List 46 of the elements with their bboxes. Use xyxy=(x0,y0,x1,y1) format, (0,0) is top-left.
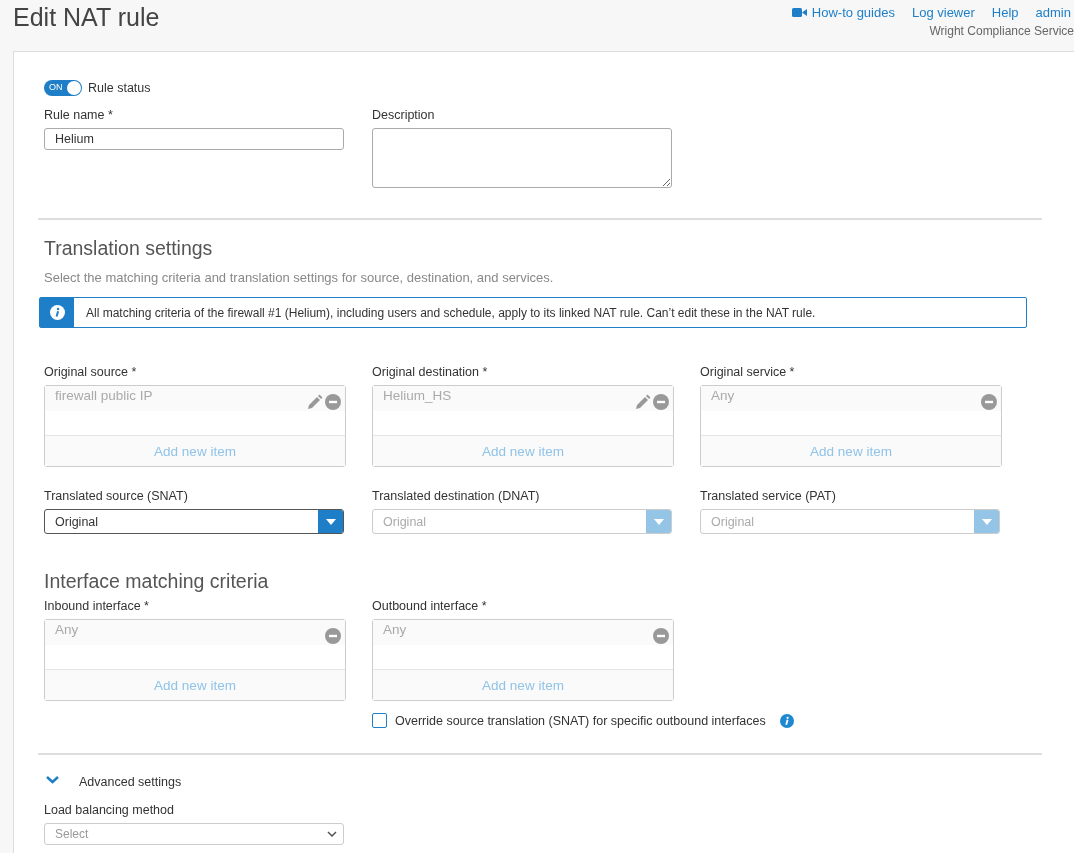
list-item: Any xyxy=(55,622,79,639)
dropdown[interactable]: Original xyxy=(44,509,344,534)
description-field[interactable] xyxy=(372,128,672,188)
header-link[interactable]: Log viewer xyxy=(911,5,975,20)
field-label: Load balancing method xyxy=(44,803,175,817)
pencil-icon[interactable] xyxy=(635,394,651,410)
field-label: Translated source (SNAT) xyxy=(44,489,189,503)
field-label: Inbound interface * xyxy=(44,599,150,613)
section-heading: Interface matching criteria xyxy=(44,570,270,593)
info-icon xyxy=(779,713,794,728)
info-message: All matching criteria of the firewall #1 (Helium), including users and schedule, apply to its linked NAT rule. Can’t edit these in the NAT rule. xyxy=(85,304,816,322)
list-item: Any xyxy=(383,622,407,639)
field-label: Original service * xyxy=(700,365,796,379)
header-link[interactable]: How-to guides xyxy=(791,5,895,20)
page-title: Edit NAT rule xyxy=(12,2,160,33)
header-link[interactable]: admin xyxy=(1035,5,1071,20)
field-label: Original destination * xyxy=(372,365,489,379)
section-heading: Translation settings xyxy=(44,237,214,260)
list-item: Helium_HS xyxy=(383,388,452,405)
remove-icon[interactable] xyxy=(981,394,997,410)
dropdown[interactable]: Select xyxy=(44,823,344,845)
account-name: Wright Compliance Service xyxy=(929,24,1074,38)
remove-icon[interactable] xyxy=(653,628,669,644)
checkbox[interactable] xyxy=(372,713,387,728)
remove-icon[interactable] xyxy=(325,394,341,410)
field-label: Translated service (PAT) xyxy=(700,489,837,503)
field-label: Description xyxy=(372,108,436,122)
rule-status-label: Rule status xyxy=(88,81,151,95)
remove-icon[interactable] xyxy=(653,394,669,410)
toggle-switch[interactable]: ON xyxy=(44,80,82,96)
section-toggle[interactable]: Advanced settings xyxy=(79,775,182,789)
pencil-icon[interactable] xyxy=(307,394,323,410)
rule-name-field[interactable]: Helium xyxy=(44,128,344,150)
info-icon xyxy=(49,305,65,320)
header-link[interactable]: Help xyxy=(991,5,1019,20)
list-item: firewall public IP xyxy=(55,388,153,405)
field-label: Original source * xyxy=(44,365,138,379)
field-label: Rule name * xyxy=(44,108,114,122)
field-label: Translated destination (DNAT) xyxy=(372,489,541,503)
list-item: Any xyxy=(711,388,735,405)
section-subtitle: Select the matching criteria and translation settings for source, destination, and services. xyxy=(44,270,555,285)
video-camera-icon xyxy=(791,6,807,19)
checkbox-label: Override source translation (SNAT) for specific outbound interfaces xyxy=(395,713,766,728)
remove-icon[interactable] xyxy=(325,628,341,644)
field-label: Outbound interface * xyxy=(372,599,488,613)
chevron-icon xyxy=(327,831,337,837)
